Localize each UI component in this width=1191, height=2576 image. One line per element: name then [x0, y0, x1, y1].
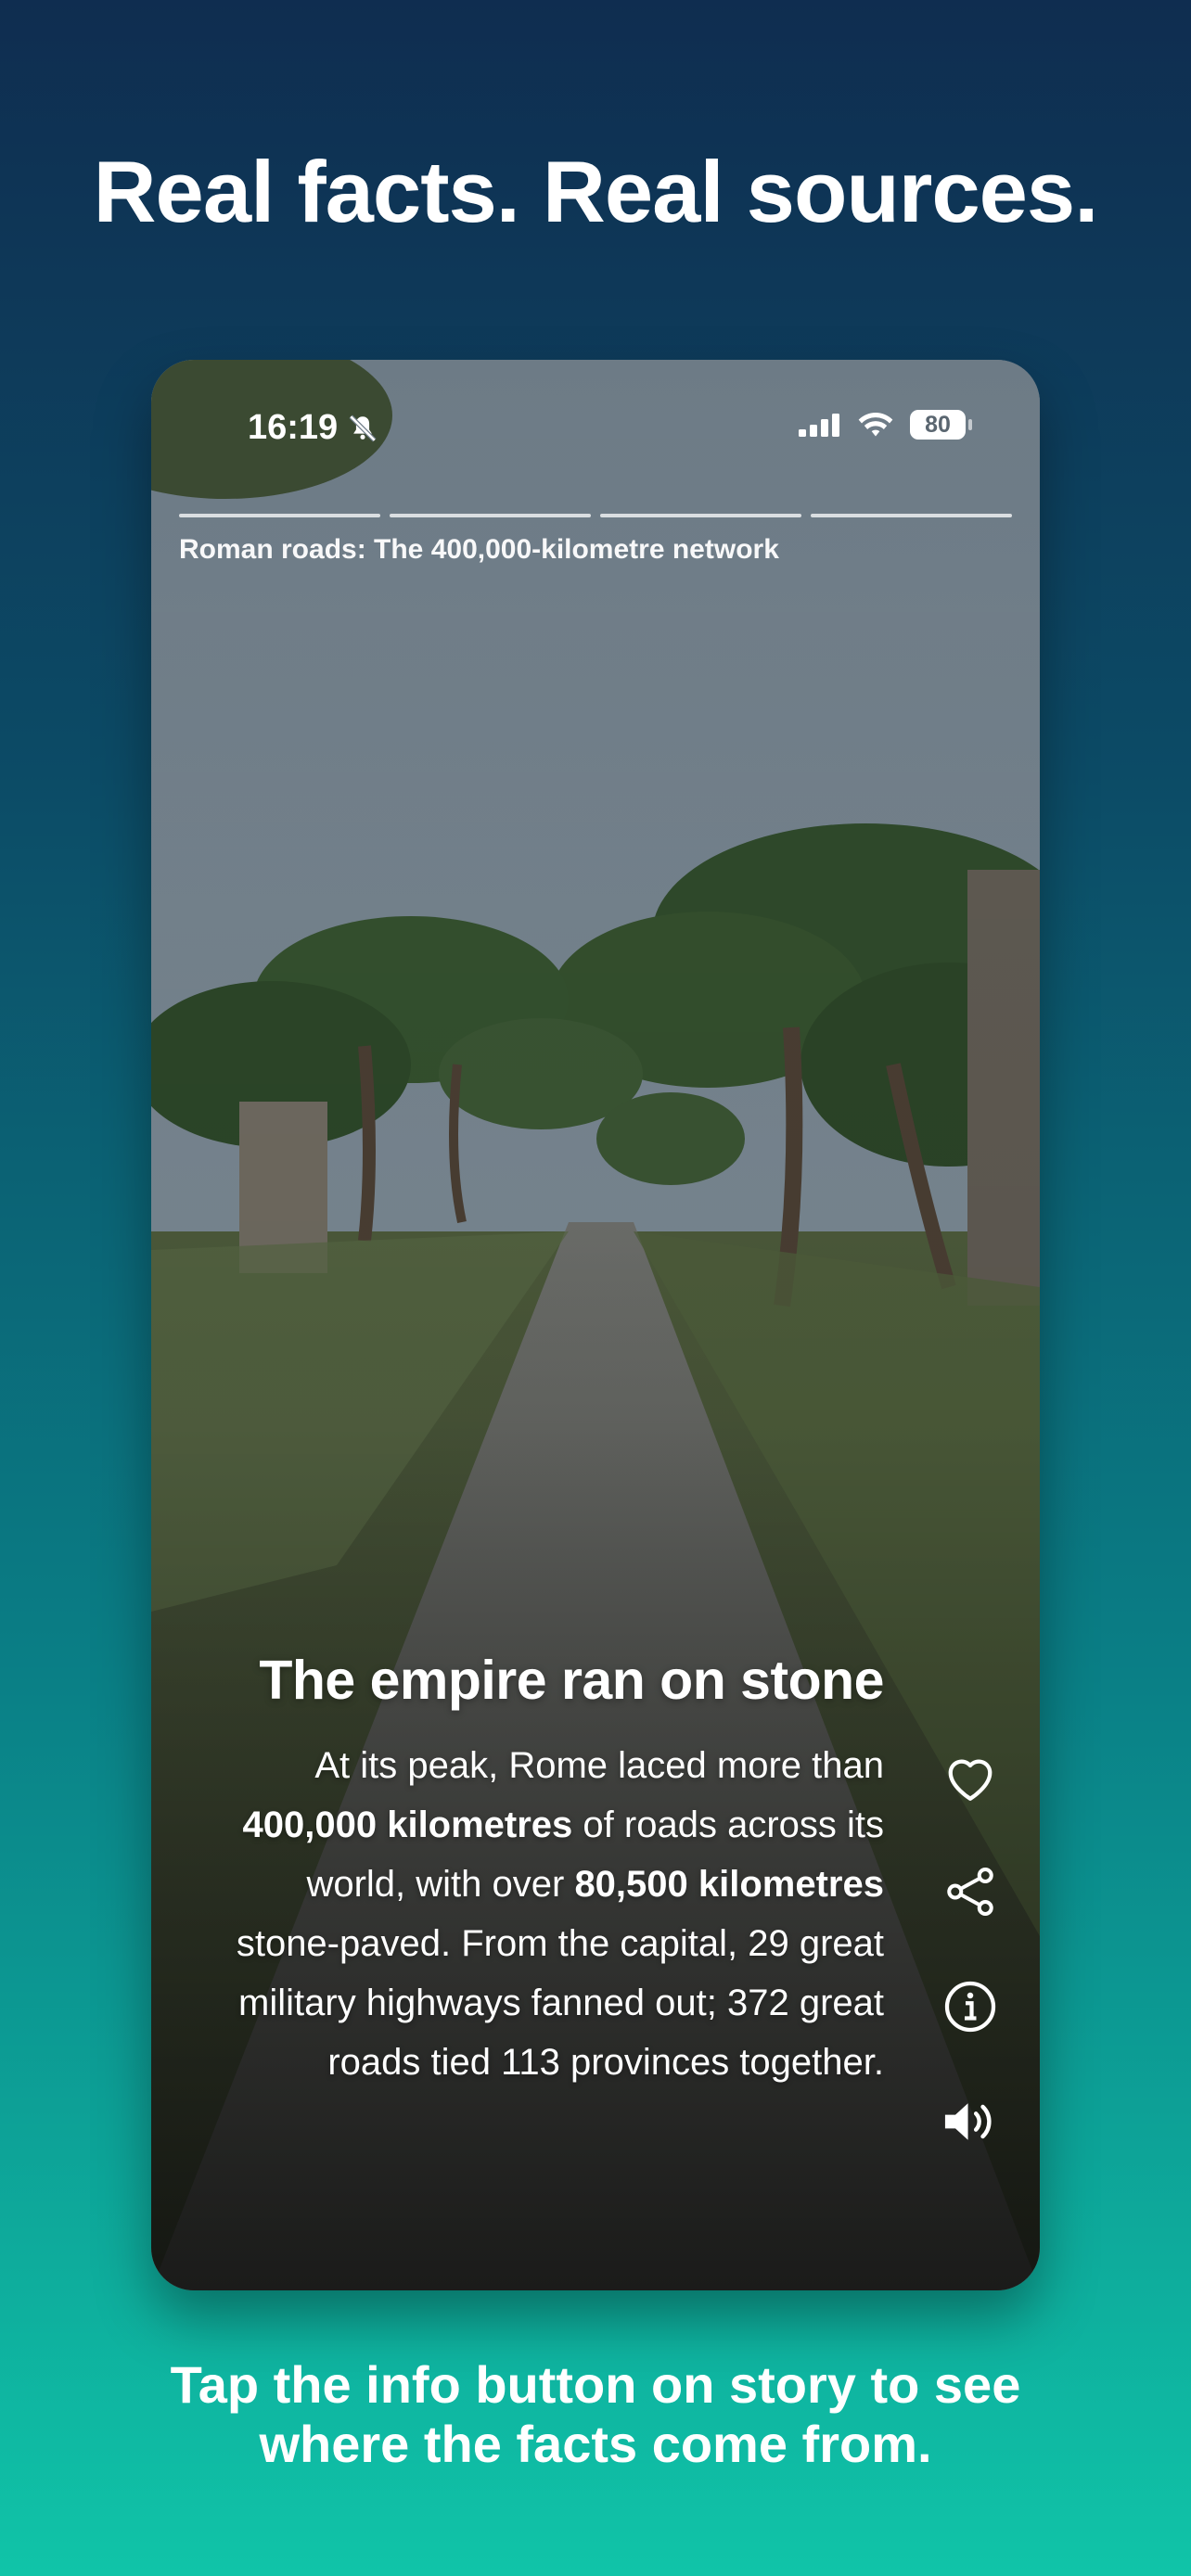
speaker-icon: [944, 2103, 992, 2140]
progress-segment: [390, 514, 591, 517]
heart-icon: [948, 1759, 992, 1801]
info-icon: [944, 1981, 996, 2033]
info-button[interactable]: [941, 1979, 1000, 2034]
progress-segment: [600, 514, 801, 517]
audio-button[interactable]: [941, 2094, 1000, 2149]
like-button[interactable]: [941, 1749, 1000, 1804]
progress-segment: [811, 514, 1012, 517]
wifi-icon: [858, 413, 893, 437]
caption: Tap the info button on story to see wher…: [170, 2355, 1021, 2473]
status-time: 16:19: [248, 408, 378, 448]
share-icon: [947, 1868, 993, 1916]
story-title: Roman roads: The 400,000-kilometre netwo…: [179, 534, 779, 565]
story-actions: [938, 1749, 1003, 2149]
phone-screenshot: 16:19 80 Roman roads: The 400,000-kilome…: [151, 360, 1040, 2290]
bell-slash-icon: [349, 414, 377, 442]
story-heading: The empire ran on stone: [259, 1650, 884, 1711]
story-progress-bar: [179, 514, 1012, 517]
progress-segment: [179, 514, 380, 517]
status-icons: 80: [799, 410, 972, 440]
battery-icon: 80: [910, 410, 972, 440]
share-button[interactable]: [941, 1864, 1000, 1919]
headline: Real facts. Real sources.: [93, 143, 1099, 240]
cellular-signal-icon: [799, 414, 839, 437]
story-body: At its peak, Rome laced more than 400,00…: [236, 1745, 884, 2083]
